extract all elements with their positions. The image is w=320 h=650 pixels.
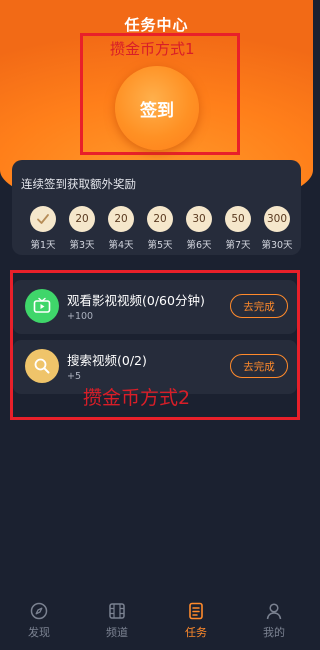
checkmark-icon [30, 206, 56, 232]
streak-day-list: 第1天 20 第3天 20 第4天 20 第5天 30 第6天 50 第7天 3… [23, 206, 301, 252]
task-list-icon [189, 602, 203, 620]
checkin-label: 签到 [140, 100, 174, 121]
streak-day-label: 第7天 [225, 240, 251, 251]
streak-day-reward: 300 [264, 206, 290, 232]
streak-day-label: 第1天 [30, 240, 56, 251]
user-icon [266, 603, 282, 620]
tab-label: 发现 [28, 626, 50, 639]
tab-tasks[interactable]: 任务 [166, 601, 226, 640]
streak-day-reward: 20 [69, 206, 95, 232]
streak-day: 20 第4天 [101, 206, 141, 251]
streak-day: 30 第6天 [179, 206, 219, 251]
streak-day: 20 第5天 [140, 206, 180, 251]
annotation-label-1: 攒金币方式1 [110, 40, 195, 58]
streak-day-label: 第3天 [69, 240, 95, 251]
streak-day-reward: 20 [108, 206, 134, 232]
tab-label: 频道 [106, 626, 128, 639]
tab-label: 任务 [185, 626, 207, 639]
film-icon [109, 603, 125, 619]
streak-card: 连续签到获取额外奖励 第1天 20 第3天 20 第4天 20 第5天 30 第… [12, 160, 301, 255]
streak-day-reward: 50 [225, 206, 251, 232]
tab-label: 我的 [263, 626, 285, 639]
streak-day-label: 第4天 [108, 240, 134, 251]
compass-icon [30, 602, 48, 620]
streak-day: 300 第30天 [257, 206, 297, 251]
annotation-label-2: 攒金币方式2 [83, 387, 191, 409]
page-title: 任务中心 [124, 16, 189, 34]
tab-discover[interactable]: 发现 [9, 601, 69, 640]
streak-day-label: 第6天 [186, 240, 212, 251]
streak-day: 第1天 [23, 206, 63, 251]
checkin-button[interactable]: 签到 [115, 66, 199, 150]
streak-day: 50 第7天 [218, 206, 258, 251]
bottom-tab-bar: 发现 频道 任务 我的 [0, 595, 313, 650]
streak-day-reward: 20 [147, 206, 173, 232]
streak-day-label: 第30天 [261, 240, 293, 251]
tab-me[interactable]: 我的 [244, 601, 304, 640]
streak-day-reward: 30 [186, 206, 212, 232]
streak-title: 连续签到获取额外奖励 [21, 177, 136, 191]
streak-day: 20 第3天 [62, 206, 102, 251]
streak-day-label: 第5天 [147, 240, 173, 251]
tab-channels[interactable]: 频道 [87, 601, 147, 640]
